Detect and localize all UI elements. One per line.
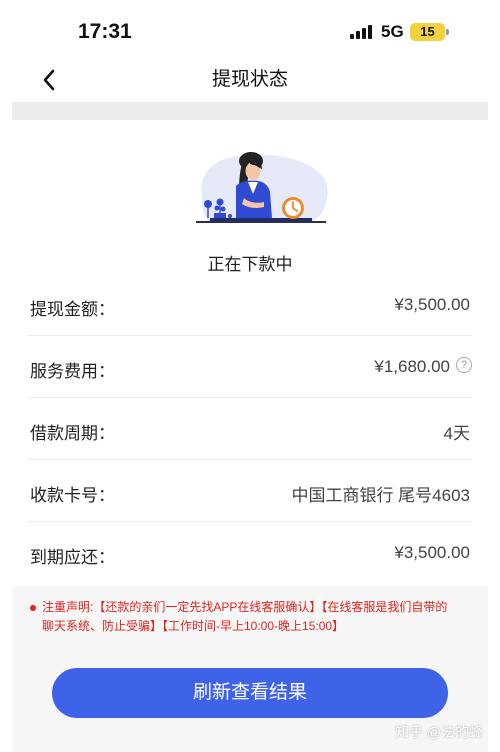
question-icon[interactable]: ? bbox=[456, 357, 472, 373]
row-card-number: 收款卡号： 中国工商银行 尾号4603 bbox=[28, 460, 472, 522]
woman-at-desk-illustration bbox=[196, 152, 328, 223]
row-amount-due: 到期应还： ¥3,500.00 bbox=[28, 522, 472, 584]
edge-left bbox=[0, 0, 12, 752]
screen: 17:31 5G 15 提现状态 正在下款中 提现金额： ¥3,500.00 服… bbox=[0, 0, 500, 752]
status-time: 17:31 bbox=[78, 20, 132, 43]
signal-icon bbox=[350, 25, 374, 39]
row-service-fee: 服务费用： ¥1,680.00 ? bbox=[28, 336, 472, 398]
row-label: 提现金额： bbox=[30, 300, 115, 319]
row-label: 收款卡号： bbox=[30, 486, 115, 505]
divider bbox=[12, 102, 488, 120]
nav-bar: 提现状态 bbox=[12, 58, 488, 102]
battery-nub bbox=[446, 29, 449, 35]
row-withdraw-amount: 提现金额： ¥3,500.00 bbox=[28, 274, 472, 336]
status-bar: 17:31 5G 15 bbox=[0, 0, 500, 58]
withdraw-card: 正在下款中 提现金额： ¥3,500.00 服务费用： ¥1,680.00 ? … bbox=[12, 120, 488, 586]
row-label: 借款周期： bbox=[30, 424, 115, 443]
row-value: ¥3,500.00 bbox=[394, 543, 470, 562]
watermark: 知乎 @法的蜂 bbox=[395, 724, 484, 740]
row-label: 到期应还： bbox=[30, 548, 115, 567]
status-text: 正在下款中 bbox=[207, 255, 293, 274]
row-loan-period: 借款周期： 4天 bbox=[28, 398, 472, 460]
notice-dot-icon bbox=[30, 605, 36, 611]
row-value: 中国工商银行 尾号4603 bbox=[291, 486, 470, 505]
battery-icon: 15 bbox=[410, 23, 445, 41]
row-value: ¥1,680.00 bbox=[374, 357, 450, 376]
row-label: 服务费用： bbox=[30, 362, 115, 381]
refresh-result-button[interactable]: 刷新查看结果 bbox=[52, 668, 448, 718]
row-value: 4天 bbox=[443, 424, 470, 443]
network-label: 5G bbox=[381, 22, 404, 41]
edge-right bbox=[488, 0, 500, 752]
notice-text: 注重声明:【还款的亲们一定先找APP在线客服确认】【在线客服是我们自带的聊天系统… bbox=[42, 600, 448, 633]
page-title: 提现状态 bbox=[211, 69, 288, 90]
row-value: ¥3,500.00 bbox=[394, 295, 470, 314]
